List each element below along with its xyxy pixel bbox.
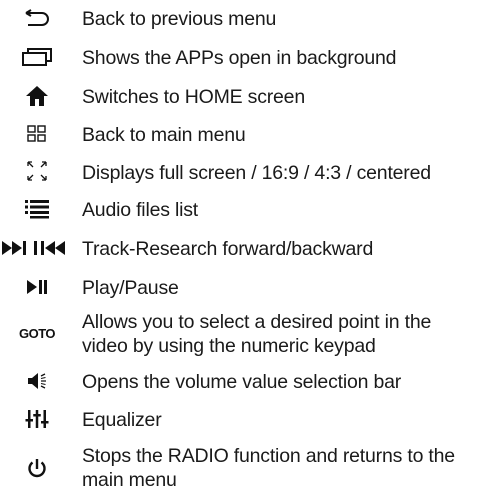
legend-label: Audio files list xyxy=(82,199,199,221)
legend-label: Stops the RADIO function and returns to … xyxy=(82,445,455,491)
volume-icon xyxy=(6,367,68,395)
equalizer-icon xyxy=(6,405,68,433)
list-icon xyxy=(6,195,68,223)
legend-label: Allows you to select a desired point in … xyxy=(82,311,432,357)
legend-label: Play/Pause xyxy=(82,277,179,299)
fullscreen-icon xyxy=(6,157,68,185)
goto-icon: GOTO xyxy=(6,319,68,347)
recent-apps-icon xyxy=(6,43,68,71)
legend-label: Back to previous menu xyxy=(82,8,277,30)
legend-label: Track-Research forward/backward xyxy=(82,238,374,260)
power-icon xyxy=(6,454,68,482)
back-arrow-icon xyxy=(6,5,68,33)
goto-icon-text: GOTO xyxy=(18,325,56,341)
home-icon xyxy=(6,82,68,110)
legend-label: Equalizer xyxy=(82,409,162,431)
play-pause-icon xyxy=(6,273,68,301)
legend-label: Opens the volume value selection bar xyxy=(82,371,402,393)
legend-label: Displays full screen / 16:9 / 4:3 / cent… xyxy=(82,162,431,184)
legend-label: Shows the APPs open in background xyxy=(82,47,397,69)
icon-legend: Back to previous menu Shows the APPs ope… xyxy=(0,0,478,491)
grid-menu-icon xyxy=(6,120,68,148)
legend-label: Back to main menu xyxy=(82,124,246,146)
legend-label: Switches to HOME screen xyxy=(82,86,305,108)
skip-forward-backward-icon xyxy=(0,234,76,262)
